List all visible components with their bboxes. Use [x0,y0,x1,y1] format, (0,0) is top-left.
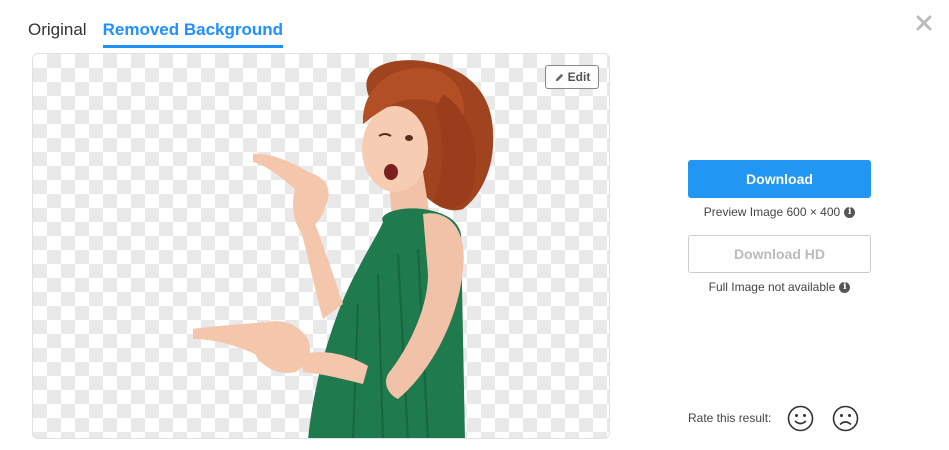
result-preview: Edit [32,53,610,439]
sad-face-icon[interactable] [832,405,859,432]
rating-label: Rate this result: [688,411,772,425]
hd-availability-text: Full Image not available [708,280,836,294]
tab-removed-background[interactable]: Removed Background [102,18,284,48]
edit-button[interactable]: Edit [545,65,599,89]
edit-label: Edit [567,70,591,84]
info-icon[interactable]: i [844,206,856,218]
preview-size-text: Preview Image 600 × 400 [703,205,841,219]
download-panel: Download Preview Image 600 × 400 i Downl… [688,160,871,294]
hd-availability-note: Full Image not available i [688,280,871,294]
download-button[interactable]: Download [688,160,871,198]
happy-face-icon[interactable] [787,405,814,432]
rating-bar: Rate this result: [688,403,877,433]
download-hd-button[interactable]: Download HD [688,235,871,273]
close-icon[interactable] [915,14,933,32]
info-icon[interactable]: i [839,281,851,293]
tab-original[interactable]: Original [28,18,87,45]
pencil-icon [555,73,563,81]
preview-size-note: Preview Image 600 × 400 i [688,205,871,219]
subject-image [193,60,494,438]
result-tabs: Original Removed Background [28,18,299,48]
